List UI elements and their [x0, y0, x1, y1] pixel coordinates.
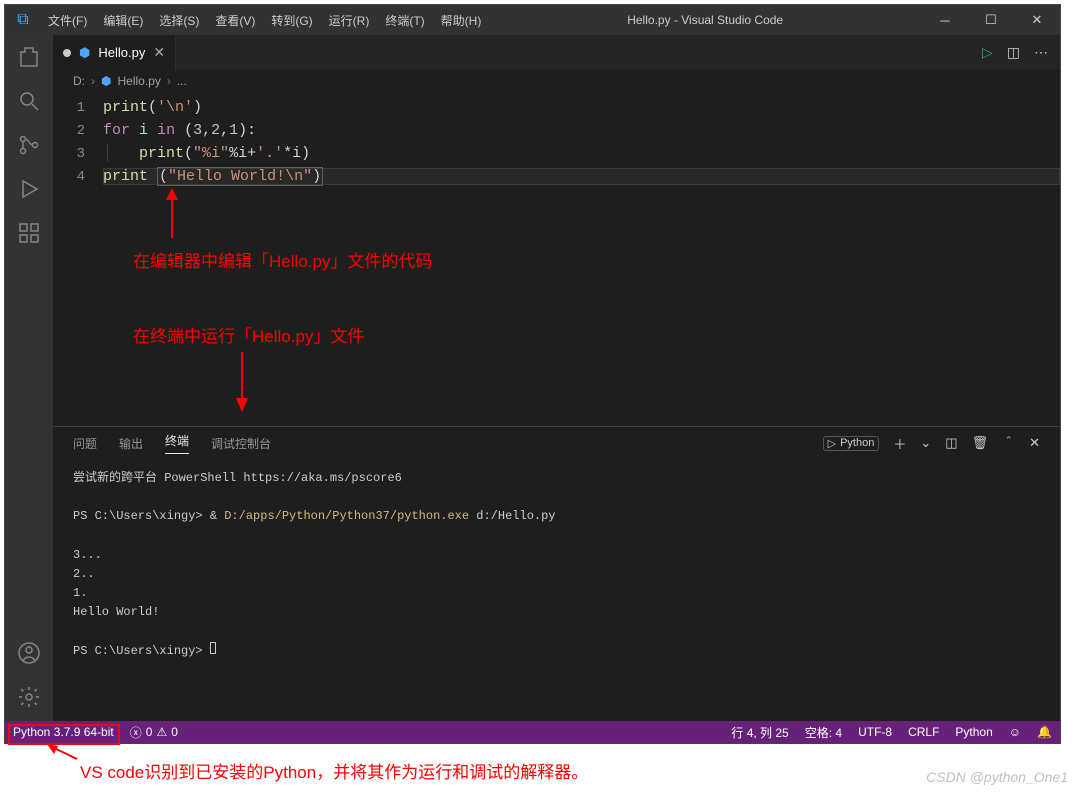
menubar: 文件(F) 编辑(E) 选择(S) 查看(V) 转到(G) 运行(R) 终端(T…: [41, 12, 488, 29]
maximize-button[interactable]: ☐: [968, 5, 1014, 35]
breadcrumb-root[interactable]: D:: [73, 74, 85, 88]
terminal-line: 3...: [73, 546, 1040, 565]
close-panel-icon[interactable]: ✕: [1029, 435, 1040, 451]
line-number: 2: [53, 123, 103, 139]
breadcrumb[interactable]: D: › ⬢ Hello.py › ...: [53, 70, 1060, 92]
terminal-dropdown-icon[interactable]: ⌄: [920, 435, 931, 451]
settings-icon[interactable]: [17, 685, 41, 709]
panel-tab-debug-console[interactable]: 调试控制台: [211, 435, 271, 452]
breadcrumb-tail[interactable]: ...: [177, 74, 187, 88]
status-problems[interactable]: ⓧ0⚠0: [122, 724, 186, 741]
line-number: 1: [53, 100, 103, 116]
annotation-text: VS code识别到已安装的Python，并将其作为运行和调试的解释器。: [80, 758, 588, 783]
vscode-logo-icon: ⧉: [5, 11, 41, 29]
chevron-right-icon: ›: [167, 74, 171, 88]
python-file-icon: ⬢: [101, 74, 111, 88]
close-button[interactable]: ✕: [1014, 5, 1060, 35]
terminal-icon: ▷: [828, 437, 836, 450]
menu-file[interactable]: 文件(F): [41, 12, 94, 29]
source-control-icon[interactable]: [17, 133, 41, 157]
terminal-selector[interactable]: ▷Python: [823, 436, 880, 451]
accounts-icon[interactable]: [17, 641, 41, 665]
status-encoding[interactable]: UTF-8: [850, 724, 900, 741]
code-editor[interactable]: 1print('\n') 2for i in (3,2,1): 3│ print…: [53, 92, 1060, 426]
split-editor-icon[interactable]: ◫: [1007, 44, 1020, 61]
menu-select[interactable]: 选择(S): [152, 12, 206, 29]
status-language[interactable]: Python: [947, 724, 1000, 741]
search-icon[interactable]: [17, 89, 41, 113]
menu-go[interactable]: 转到(G): [264, 12, 319, 29]
warning-icon: ⚠: [156, 725, 167, 739]
annotation-arrow-icon: [233, 350, 251, 412]
python-file-icon: ⬢: [79, 45, 90, 61]
chevron-right-icon: ›: [91, 74, 95, 88]
annotation-text: 在编辑器中编辑「Hello.py」文件的代码: [133, 247, 432, 272]
explorer-icon[interactable]: [17, 45, 41, 69]
tab-filename: Hello.py: [98, 45, 145, 60]
panel-tab-output[interactable]: 输出: [119, 435, 143, 452]
menu-help[interactable]: 帮助(H): [434, 12, 489, 29]
terminal-line: Hello World!: [73, 603, 1040, 622]
maximize-panel-icon[interactable]: ＾: [1002, 434, 1015, 453]
status-cursor-position[interactable]: 行 4, 列 25: [723, 724, 796, 741]
notifications-icon[interactable]: 🔔: [1029, 724, 1060, 741]
terminal-line: PS C:\Users\xingy> & D:/apps/Python/Pyth…: [73, 507, 1040, 526]
line-number: 4: [53, 169, 103, 185]
tab-close-icon[interactable]: ✕: [153, 44, 165, 61]
status-indent[interactable]: 空格: 4: [797, 724, 850, 741]
dirty-indicator-icon: [63, 49, 71, 57]
line-number: 3: [53, 146, 103, 162]
split-terminal-icon[interactable]: ◫: [945, 435, 957, 451]
editor-tab[interactable]: ⬢ Hello.py ✕: [53, 35, 176, 70]
terminal-line: 1.: [73, 584, 1040, 603]
status-eol[interactable]: CRLF: [900, 724, 947, 741]
panel-tab-problems[interactable]: 问题: [73, 435, 97, 452]
annotation-arrow-icon: [163, 188, 181, 240]
watermark: CSDN @python_One1: [926, 769, 1068, 785]
more-actions-icon[interactable]: ⋯: [1034, 44, 1048, 61]
terminal-line: PS C:\Users\xingy>: [73, 642, 1040, 661]
menu-view[interactable]: 查看(V): [208, 12, 262, 29]
menu-terminal[interactable]: 终端(T): [378, 12, 431, 29]
terminal-line: 2..: [73, 565, 1040, 584]
minimize-button[interactable]: ─: [922, 5, 968, 35]
run-file-icon[interactable]: ▷: [982, 44, 993, 61]
run-debug-icon[interactable]: [17, 177, 41, 201]
extensions-icon[interactable]: [17, 221, 41, 245]
terminal-cursor: [210, 642, 216, 654]
feedback-icon[interactable]: ☺: [1001, 724, 1029, 741]
new-terminal-icon[interactable]: ＋: [893, 434, 906, 453]
annotation-arrow-icon: [42, 744, 82, 764]
breadcrumb-file[interactable]: Hello.py: [117, 74, 160, 88]
annotation-text: 在终端中运行「Hello.py」文件: [133, 322, 364, 347]
panel-tab-terminal[interactable]: 终端: [165, 432, 189, 454]
terminal-line: 尝试新的跨平台 PowerShell https://aka.ms/pscore…: [73, 469, 1040, 488]
error-icon: ⓧ: [130, 724, 142, 741]
menu-run[interactable]: 运行(R): [322, 12, 377, 29]
menu-edit[interactable]: 编辑(E): [96, 12, 150, 29]
window-title: Hello.py - Visual Studio Code: [488, 13, 922, 27]
terminal-content[interactable]: 尝试新的跨平台 PowerShell https://aka.ms/pscore…: [53, 459, 1060, 721]
status-python-interpreter[interactable]: Python 3.7.9 64-bit: [5, 725, 122, 739]
kill-terminal-icon[interactable]: 🗑: [972, 435, 989, 451]
